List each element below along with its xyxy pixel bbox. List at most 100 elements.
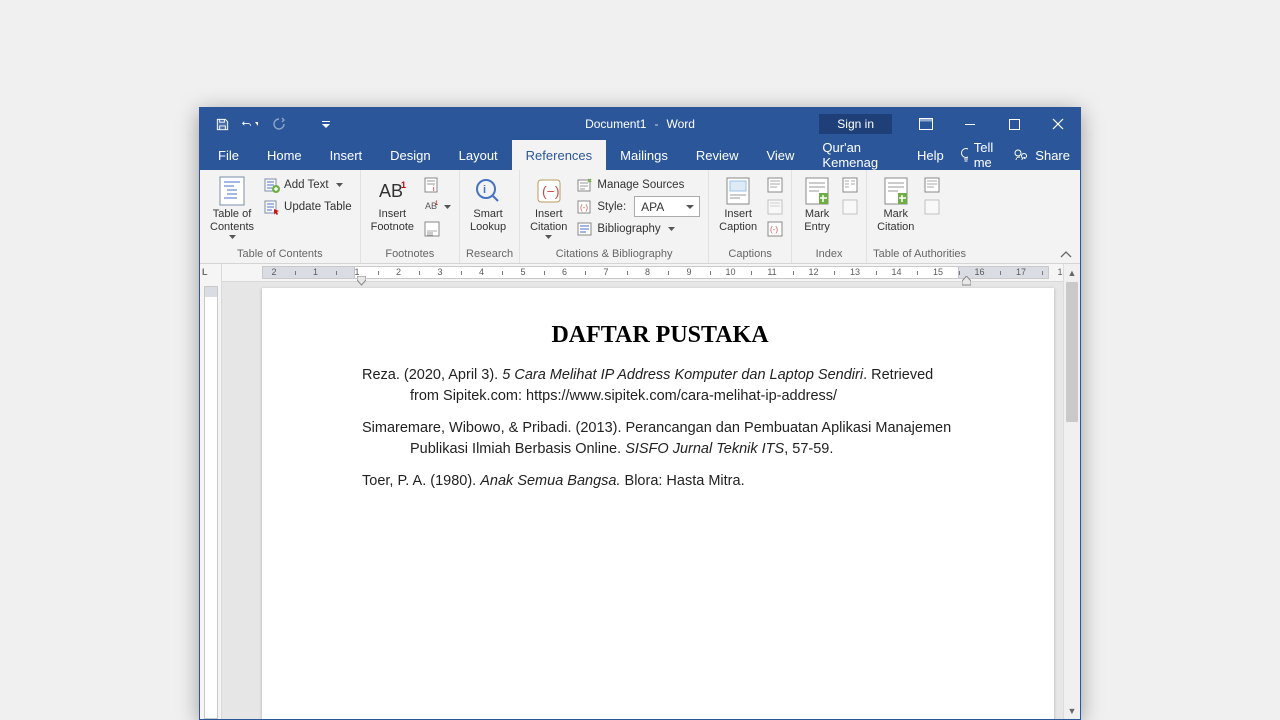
bibliography-button[interactable]: Bibliography [575, 218, 702, 239]
tab-help[interactable]: Help [903, 140, 958, 170]
tab-mailings[interactable]: Mailings [606, 140, 682, 170]
tab-quran[interactable]: Qur'an Kemenag [808, 140, 903, 170]
svg-text:1: 1 [435, 201, 439, 207]
share-button[interactable]: Share [1013, 147, 1070, 163]
group-label-toc: Table of Contents [206, 246, 354, 263]
update-table-figures-button[interactable] [765, 196, 785, 217]
tab-review[interactable]: Review [682, 140, 753, 170]
style-icon: (-) [577, 199, 593, 215]
sign-in-button[interactable]: Sign in [819, 114, 892, 134]
insert-caption-button[interactable]: Insert Caption [715, 174, 761, 235]
insert-citation-button[interactable]: (−) Insert Citation [526, 174, 571, 241]
smart-lookup-icon: i [473, 176, 503, 206]
show-notes-button[interactable] [422, 218, 453, 239]
insert-footnote-button[interactable]: AB1 Insert Footnote [367, 174, 418, 235]
insert-index-button[interactable] [840, 174, 860, 195]
table-of-contents-button[interactable]: Table of Contents [206, 174, 258, 241]
mark-entry-icon [802, 176, 832, 206]
save-icon[interactable] [214, 116, 230, 132]
group-label-index: Index [798, 246, 860, 263]
page-title: DAFTAR PUSTAKA [362, 322, 958, 349]
manage-sources-button[interactable]: Manage Sources [575, 174, 702, 195]
table-figures-icon [767, 177, 783, 193]
citation-icon: (−) [534, 176, 564, 206]
svg-text:i: i [483, 184, 486, 196]
mark-citation-button[interactable]: Mark Citation [873, 174, 918, 235]
update-toa-icon [924, 199, 940, 215]
style-selector: (-)Style:APA [575, 196, 702, 217]
scroll-up-icon[interactable]: ▲ [1064, 264, 1080, 281]
endnote-icon: i [424, 177, 440, 193]
maximize-icon[interactable] [992, 108, 1036, 140]
tab-insert[interactable]: Insert [316, 140, 377, 170]
minimize-icon[interactable] [948, 108, 992, 140]
vertical-scrollbar[interactable]: ▲ ▼ [1063, 264, 1080, 719]
collapse-ribbon-icon[interactable] [1060, 251, 1072, 259]
group-label-captions: Captions [715, 246, 785, 263]
manage-sources-icon [577, 177, 593, 193]
insert-table-figures-button[interactable] [765, 174, 785, 195]
group-label-research: Research [466, 246, 513, 263]
group-label-toa: Table of Authorities [873, 246, 966, 263]
tab-view[interactable]: View [752, 140, 808, 170]
titlebar: Document1 - Word Sign in [200, 108, 1080, 140]
mark-entry-button[interactable]: Mark Entry [798, 174, 836, 235]
update-figures-icon [767, 199, 783, 215]
document-area: L 21123456789101112131415161718 DAFTAR P… [200, 264, 1080, 719]
group-research: i Smart Lookup Research [460, 170, 520, 263]
chevron-down-icon [545, 235, 552, 239]
svg-text:(-): (-) [770, 225, 778, 234]
tab-home[interactable]: Home [253, 140, 316, 170]
group-citations: (−) Insert Citation Manage Sources (-)St… [520, 170, 709, 263]
ribbon-display-icon[interactable] [904, 108, 948, 140]
update-table-button[interactable]: Update Table [262, 196, 354, 217]
footnote-icon: AB1 [377, 176, 407, 206]
update-index-button[interactable] [840, 196, 860, 217]
mark-citation-icon [881, 176, 911, 206]
redo-icon[interactable] [270, 116, 286, 132]
tab-references[interactable]: References [512, 140, 606, 170]
undo-icon[interactable] [242, 116, 258, 132]
qat-customize-icon[interactable] [318, 116, 334, 132]
update-index-icon [842, 199, 858, 215]
bibliography-entry: Reza. (2020, April 3). 5 Cara Melihat IP… [362, 365, 958, 406]
ribbon-tabs: File Home Insert Design Layout Reference… [200, 140, 1080, 170]
tell-me-button[interactable]: Tell me [958, 140, 1000, 170]
svg-text:1: 1 [401, 180, 406, 190]
close-icon[interactable] [1036, 108, 1080, 140]
quick-access-toolbar [200, 116, 334, 132]
document-name: Document1 [585, 117, 646, 131]
next-footnote-button[interactable]: AB1 [422, 196, 453, 217]
group-footnotes: AB1 Insert Footnote i AB1 Footnotes [361, 170, 460, 263]
document-page[interactable]: DAFTAR PUSTAKA Reza. (2020, April 3). 5 … [262, 288, 1054, 719]
insert-toa-icon [924, 177, 940, 193]
bibliography-entry: Toer, P. A. (1980). Anak Semua Bangsa. B… [362, 471, 958, 492]
cross-reference-button[interactable]: (-) [765, 218, 785, 239]
tab-design[interactable]: Design [376, 140, 444, 170]
tab-layout[interactable]: Layout [445, 140, 512, 170]
app-name: Word [666, 117, 694, 131]
update-toa-button[interactable] [922, 196, 942, 217]
chevron-down-icon [229, 235, 236, 239]
caption-icon [723, 176, 753, 206]
page-scroll[interactable]: DAFTAR PUSTAKA Reza. (2020, April 3). 5 … [222, 282, 1063, 719]
add-text-button[interactable]: Add Text [262, 174, 354, 195]
insert-toa-button[interactable] [922, 174, 942, 195]
horizontal-ruler[interactable]: 21123456789101112131415161718 [222, 264, 1063, 282]
vertical-ruler[interactable]: L [200, 264, 222, 719]
update-table-icon [264, 199, 280, 215]
share-icon [1013, 147, 1029, 163]
word-window: Document1 - Word Sign in File Home Inser… [199, 107, 1081, 720]
insert-endnote-button[interactable]: i [422, 174, 453, 195]
scroll-down-icon[interactable]: ▼ [1064, 702, 1080, 719]
ribbon: Table of Contents Add Text Update Table … [200, 170, 1080, 264]
group-toc: Table of Contents Add Text Update Table … [200, 170, 361, 263]
tab-file[interactable]: File [204, 140, 253, 170]
tab-selector-icon[interactable]: L [202, 267, 208, 277]
scroll-thumb[interactable] [1066, 282, 1078, 422]
smart-lookup-button[interactable]: i Smart Lookup [466, 174, 510, 235]
group-label-citations: Citations & Bibliography [526, 246, 702, 263]
group-label-footnotes: Footnotes [367, 246, 453, 263]
style-dropdown[interactable]: APA [634, 196, 700, 217]
insert-index-icon [842, 177, 858, 193]
